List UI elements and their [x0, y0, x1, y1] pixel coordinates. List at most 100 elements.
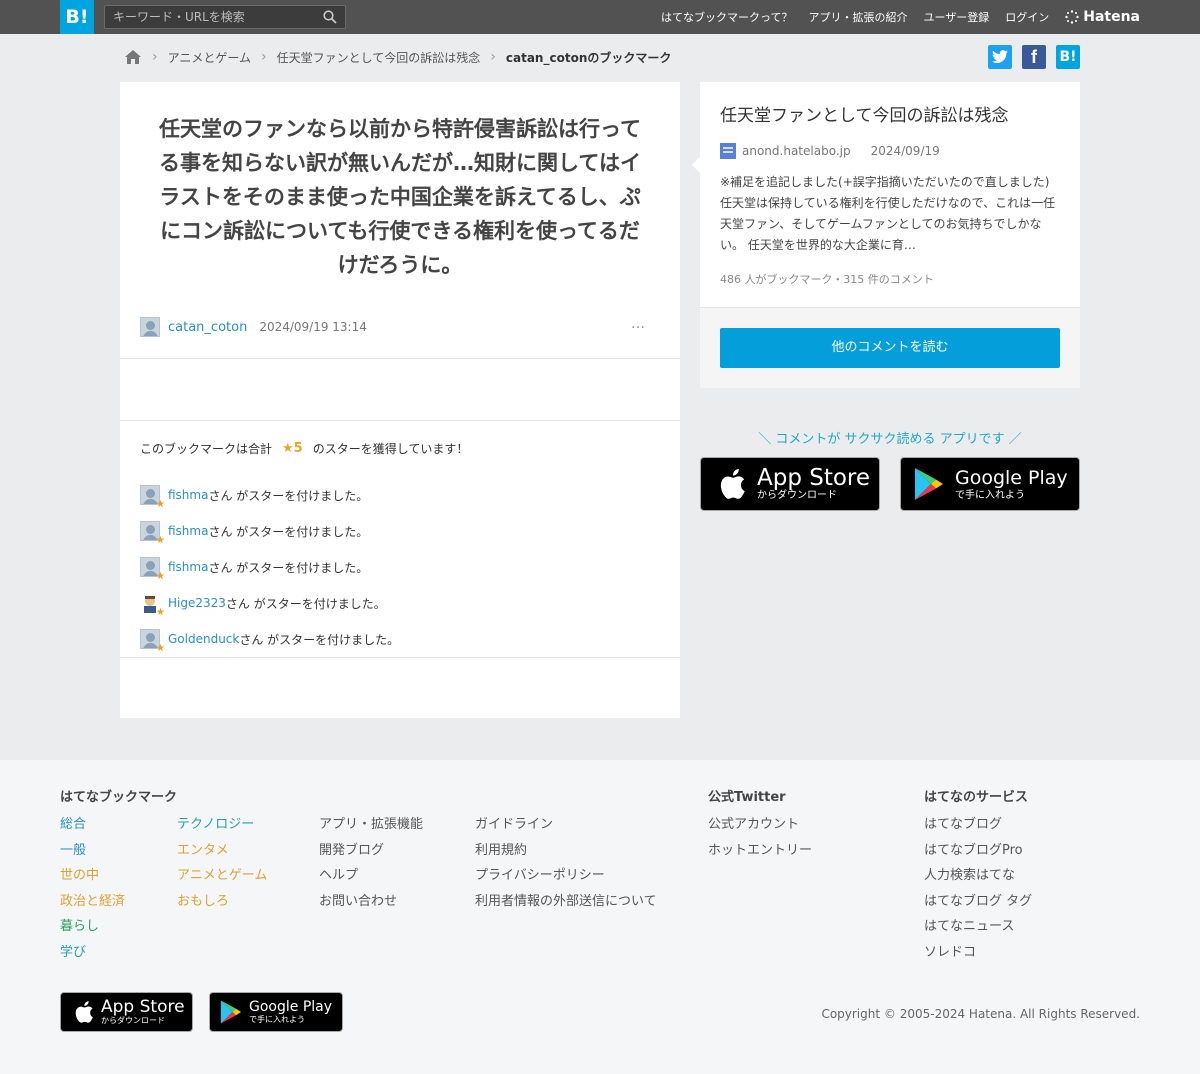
footer-link[interactable]: はてなブログ: [924, 815, 1032, 841]
star-giver-name[interactable]: Hige2323: [168, 596, 226, 610]
star-summary-prefix: このブックマークは合計: [140, 442, 273, 456]
footer-link[interactable]: アニメとゲーム: [177, 866, 267, 892]
bookmark-comment-text: 任天堂のファンなら以前から特許侵害訴訟は行ってる事を知らない訳が無いんだが…知財…: [159, 117, 641, 277]
footer-link[interactable]: 一般: [60, 841, 125, 867]
footer-heading-bookmark: はてなブックマーク: [60, 790, 178, 805]
twitter-share-button[interactable]: [988, 45, 1012, 69]
nav-about[interactable]: はてなブックマークって？: [661, 9, 792, 25]
footer-google-play-button[interactable]: Google Play で手に入れよう: [209, 992, 343, 1032]
footer-link[interactable]: プライバシーポリシー: [475, 866, 657, 892]
google-play-title: Google Play: [955, 467, 1068, 489]
footer-link[interactable]: アプリ・拡張機能: [319, 815, 423, 841]
comment-timestamp[interactable]: 2024/09/19 13:14: [259, 320, 367, 334]
footer-link[interactable]: 世の中: [60, 866, 125, 892]
footer-link[interactable]: 公式アカウント: [708, 815, 812, 841]
star-giver-avatar[interactable]: ★: [140, 485, 165, 510]
footer-link[interactable]: 利用者情報の外部送信について: [475, 892, 657, 918]
facebook-share-button[interactable]: f: [1022, 45, 1046, 69]
breadcrumb: › アニメとゲーム › 任天堂ファンとして今回の訴訟は残念 › catan_co…: [124, 46, 671, 68]
star-giver-name[interactable]: fishma: [168, 524, 208, 538]
star-giver-name[interactable]: fishma: [168, 488, 208, 502]
footer-links-a: アプリ・拡張機能 開発ブログ ヘルプ お問い合わせ: [319, 815, 423, 917]
entry-card: 任天堂ファンとして今回の訴訟は残念 anond.hatelabo.jp 2024…: [692, 82, 1080, 388]
list-item: ★ fishma さん がスターを付けました。: [140, 549, 399, 585]
nav-register[interactable]: ユーザー登録: [923, 9, 989, 25]
footer-link[interactable]: おもしろ: [177, 892, 267, 918]
read-other-comments-button[interactable]: 他のコメントを読む: [720, 328, 1060, 368]
hatena-bookmark-icon: B!: [1059, 49, 1077, 65]
star-summary-suffix: のスターを獲得しています！: [312, 442, 469, 456]
breadcrumb-category[interactable]: アニメとゲーム: [168, 49, 251, 66]
footer-link[interactable]: 利用規約: [475, 841, 657, 867]
list-item: ★ Hige2323 さん がスターを付けました。: [140, 585, 399, 621]
footer-link[interactable]: ガイドライン: [475, 815, 657, 841]
footer-twitter-links: 公式アカウント ホットエントリー: [708, 815, 812, 866]
footer-services: はてなブログ はてなブログPro 人力検索はてな はてなブログ タグ はてなニュ…: [924, 815, 1032, 969]
entry-date: 2024/09/19: [870, 144, 940, 158]
footer: はてなブックマーク 総合 一般 世の中 政治と経済 暮らし 学び テクノロジー …: [0, 760, 1200, 1074]
home-icon[interactable]: [124, 49, 142, 65]
footer-link[interactable]: はてなブログPro: [924, 841, 1032, 867]
footer-link[interactable]: お問い合わせ: [319, 892, 423, 918]
app-store-button[interactable]: App Store からダウンロード: [700, 457, 880, 511]
star-icon: ★: [156, 607, 165, 618]
top-nav: はてなブックマークって？ アプリ・拡張の紹介 ユーザー登録 ログイン Haten…: [645, 0, 1140, 34]
footer-link[interactable]: 暮らし: [60, 917, 125, 943]
star-count: ★5: [282, 441, 303, 456]
chevron-right-icon: ›: [490, 49, 496, 65]
entry-stats[interactable]: 486 人がブックマーク・315 件のコメント: [720, 271, 934, 287]
app-store-title: App Store: [101, 997, 185, 1017]
footer-link[interactable]: ホットエントリー: [708, 841, 812, 867]
footer-link[interactable]: エンタメ: [177, 841, 267, 867]
star-icon: ★: [156, 571, 165, 582]
user-avatar[interactable]: [140, 317, 160, 337]
search-box[interactable]: [104, 5, 346, 29]
star-giver-avatar[interactable]: ★: [140, 557, 165, 582]
search-icon[interactable]: [323, 10, 337, 24]
footer-link[interactable]: ヘルプ: [319, 866, 423, 892]
more-options-icon[interactable]: …: [631, 316, 646, 332]
divider: [120, 420, 680, 421]
star-giver-avatar[interactable]: ★: [140, 593, 165, 618]
app-store-subtitle: からダウンロード: [757, 490, 837, 501]
nav-apps[interactable]: アプリ・拡張の紹介: [808, 9, 907, 25]
star-action-text: さん がスターを付けました。: [208, 524, 369, 539]
breadcrumb-entry[interactable]: 任天堂ファンとして今回の訴訟は残念: [277, 49, 481, 66]
hatena-brand-label: Hatena: [1083, 9, 1140, 25]
search-input[interactable]: [113, 9, 313, 25]
footer-link[interactable]: 開発ブログ: [319, 841, 423, 867]
apple-icon: [75, 1001, 93, 1023]
entry-meta: anond.hatelabo.jp 2024/09/19: [720, 143, 940, 159]
footer-categories-a: 総合 一般 世の中 政治と経済 暮らし 学び: [60, 815, 125, 969]
footer-link[interactable]: 人力検索はてな: [924, 866, 1032, 892]
footer-link[interactable]: 総合: [60, 815, 125, 841]
star-giver-name[interactable]: fishma: [168, 560, 208, 574]
star-action-text: さん がスターを付けました。: [208, 560, 369, 575]
footer-link[interactable]: ソレドコ: [924, 943, 1032, 969]
footer-link[interactable]: テクノロジー: [177, 815, 267, 841]
footer-link[interactable]: 政治と経済: [60, 892, 125, 918]
star-giver-avatar[interactable]: ★: [140, 521, 165, 546]
site-favicon-icon: [720, 143, 736, 159]
star-giver-avatar[interactable]: ★: [140, 629, 165, 654]
footer-link[interactable]: はてなブログ タグ: [924, 892, 1032, 918]
google-play-subtitle: で手に入れよう: [955, 490, 1025, 501]
footer-link[interactable]: 学び: [60, 943, 125, 969]
google-play-button[interactable]: Google Play で手に入れよう: [900, 457, 1080, 511]
star-action-text: さん がスターを付けました。: [225, 596, 386, 611]
footer-categories-b: テクノロジー エンタメ アニメとゲーム おもしろ: [177, 815, 267, 917]
footer-link[interactable]: はてなニュース: [924, 917, 1032, 943]
nav-login[interactable]: ログイン: [1005, 9, 1049, 25]
comment-username[interactable]: catan_coton: [168, 320, 247, 335]
hatena-bookmark-logo[interactable]: B!: [60, 0, 94, 34]
apple-icon: [720, 468, 745, 499]
star-giver-name[interactable]: Goldenduck: [168, 632, 239, 646]
footer-app-store-button[interactable]: App Store からダウンロード: [60, 992, 193, 1032]
entry-title[interactable]: 任天堂ファンとして今回の訴訟は残念: [720, 104, 1060, 128]
entry-domain[interactable]: anond.hatelabo.jp: [742, 144, 851, 158]
footer-heading-services: はてなのサービス: [924, 790, 1029, 805]
google-play-icon: [915, 468, 943, 500]
hatena-share-button[interactable]: B!: [1056, 45, 1080, 69]
app-store-subtitle: からダウンロード: [101, 1016, 165, 1025]
hatena-brand-link[interactable]: Hatena: [1065, 9, 1140, 25]
